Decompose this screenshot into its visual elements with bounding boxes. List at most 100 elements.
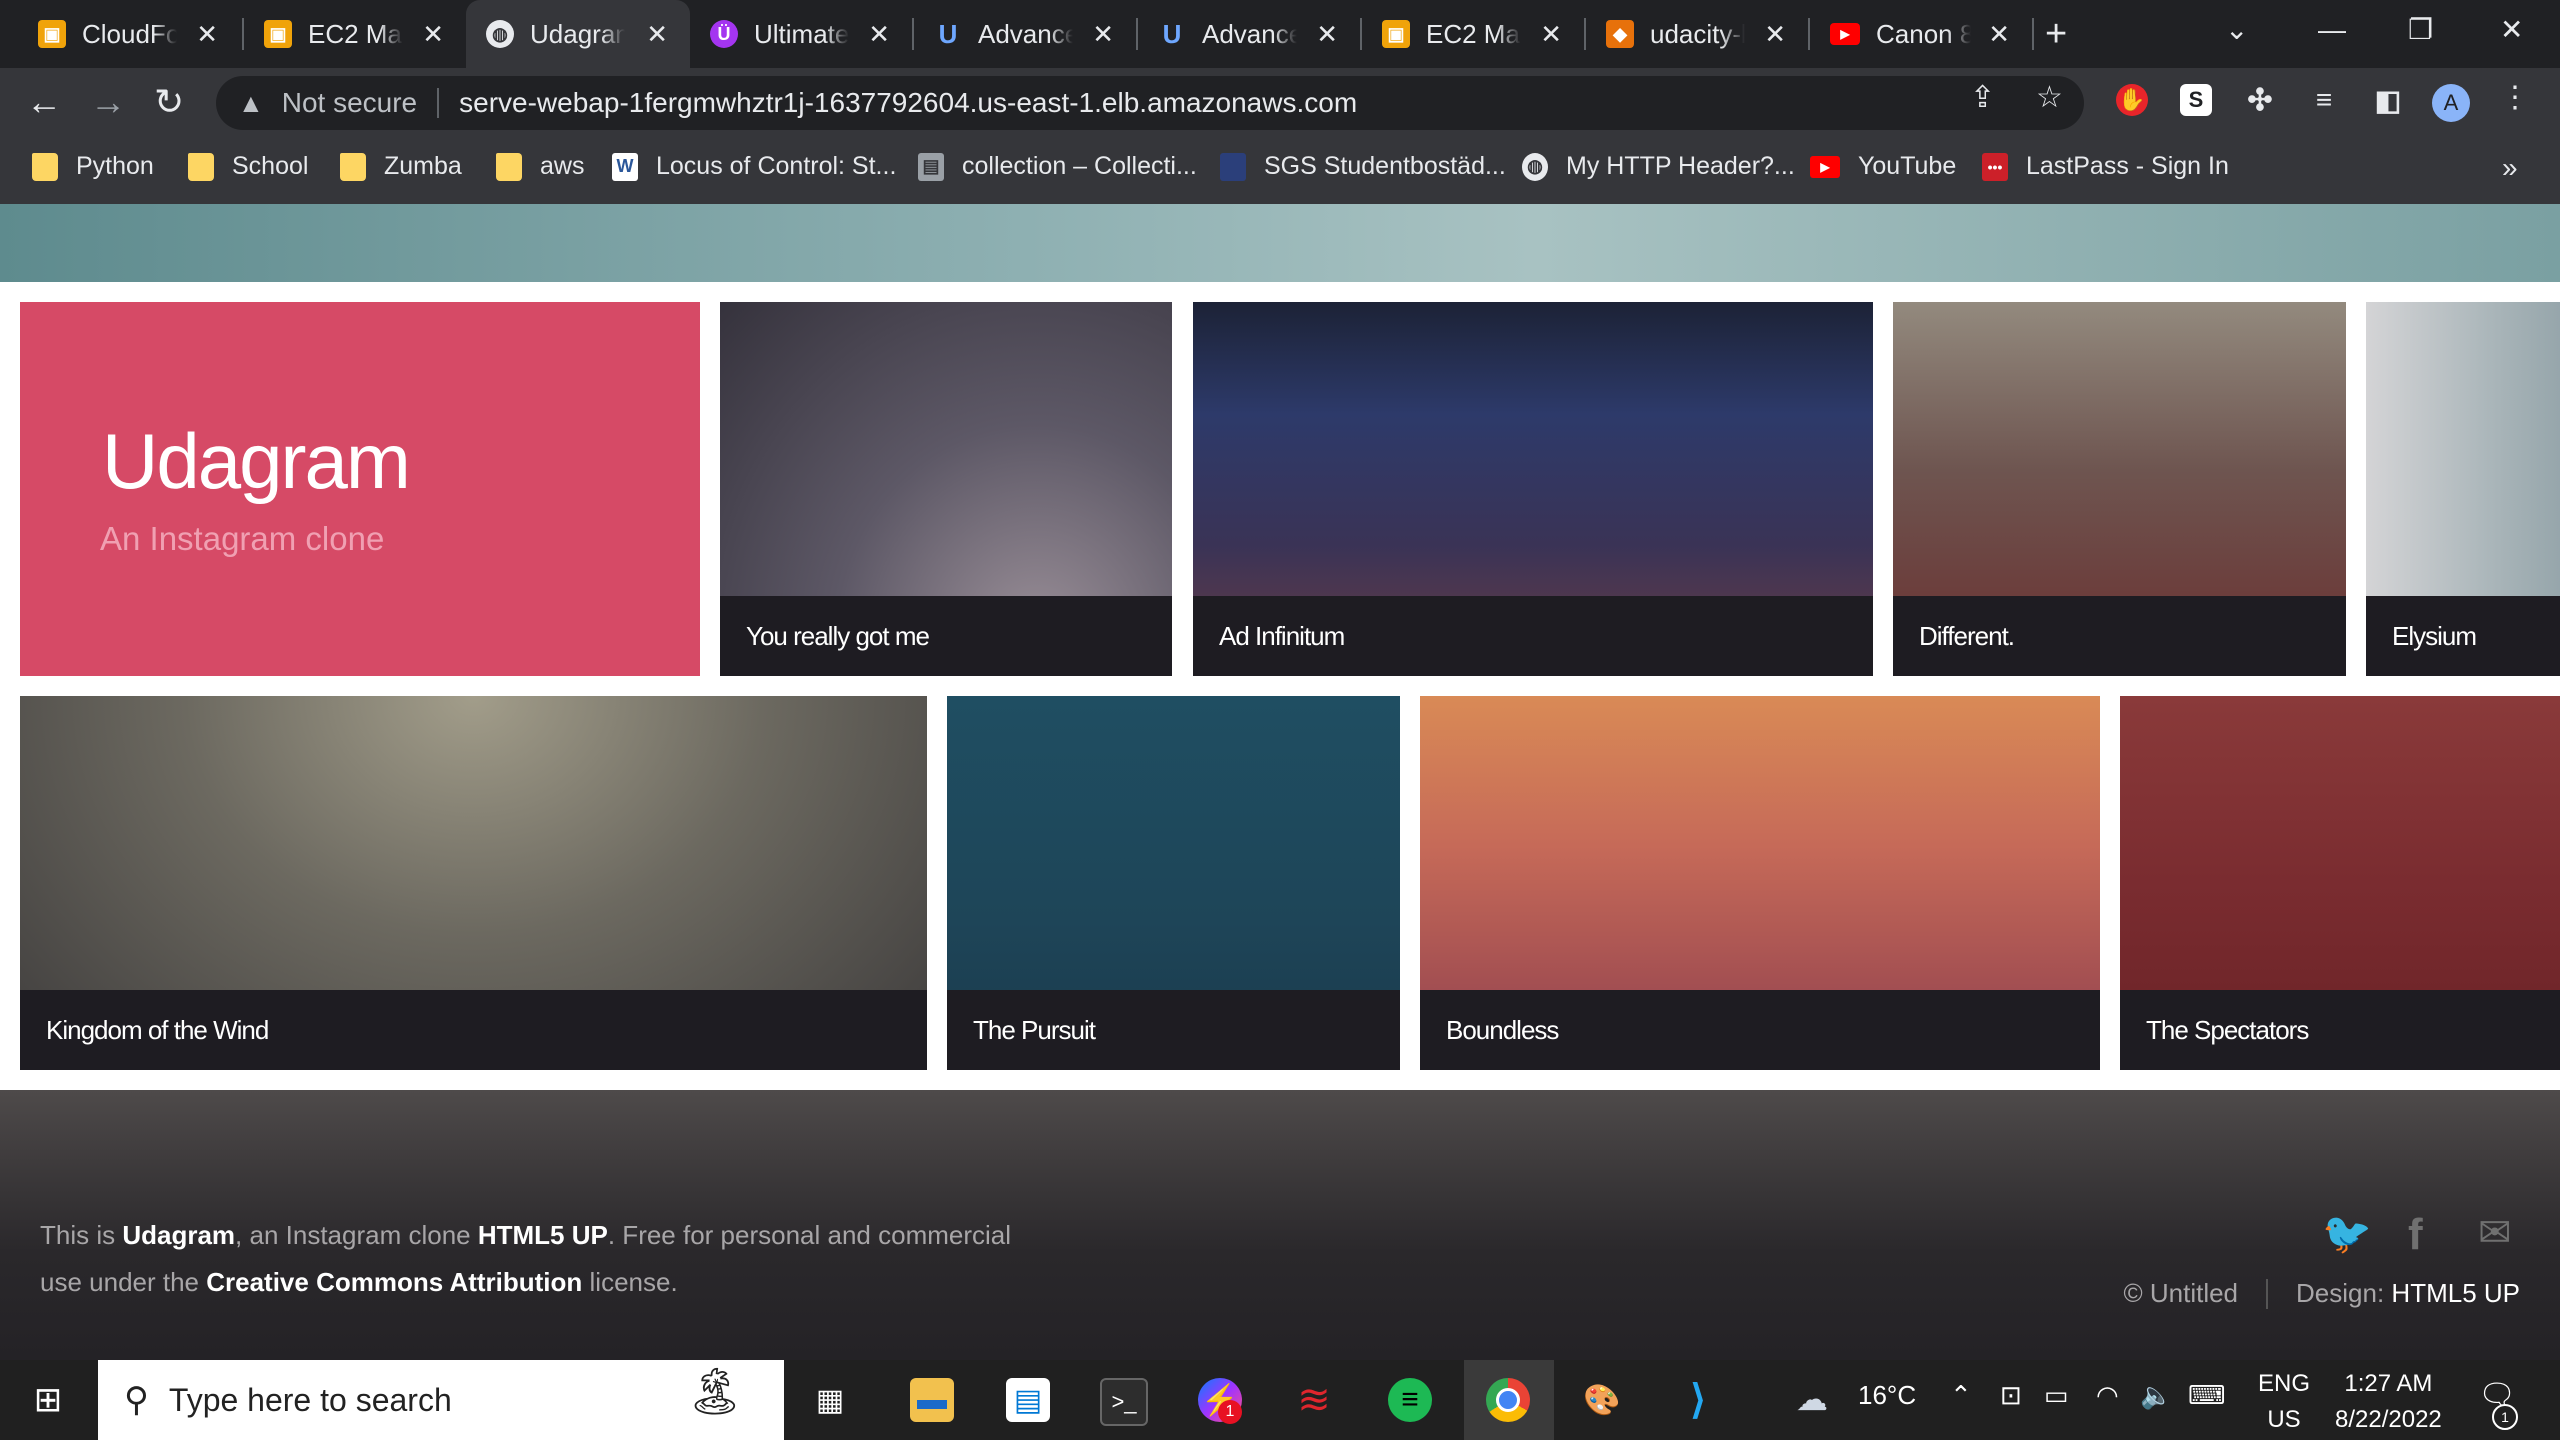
bookmark-label: YouTube <box>1858 152 1957 180</box>
chrome-icon[interactable] <box>1486 1378 1530 1422</box>
bookmark-zumba[interactable]: Zumba <box>340 152 462 181</box>
close-icon[interactable]: ✕ <box>1764 20 1786 48</box>
close-icon[interactable]: ✕ <box>868 20 890 48</box>
design-link[interactable]: HTML5 UP <box>2391 1278 2520 1309</box>
gallery-tile[interactable]: The Spectators <box>2120 696 2560 1070</box>
file-explorer-icon[interactable]: ▬ <box>910 1378 954 1422</box>
tab-udagram[interactable]: ◍ Udagram ✕ <box>466 0 690 68</box>
restore-button[interactable]: ❐ <box>2408 10 2433 50</box>
tab-ec2-2[interactable]: ▣ EC2 Management ✕ <box>1362 0 1584 68</box>
bookmark-aws[interactable]: aws <box>496 152 584 181</box>
udacity-icon: U <box>1162 18 1182 49</box>
url-text[interactable]: serve-webap-1fergmwhztr1j-1637792604.us-… <box>459 87 1357 119</box>
new-tab-button[interactable]: + <box>2045 14 2067 54</box>
back-arrow-icon[interactable]: ← <box>26 82 62 122</box>
tile-caption: Elysium <box>2366 596 2560 676</box>
cloud-weather-icon[interactable]: ☁ <box>1796 1380 1828 1418</box>
tab-title: Udagram <box>530 18 625 49</box>
gallery-tile[interactable]: Kingdom of the Wind <box>20 696 927 1070</box>
tile-caption: You really got me <box>720 596 1172 676</box>
sgs-icon <box>1220 152 1246 181</box>
close-icon[interactable]: ✕ <box>1988 20 2010 48</box>
gallery-tile[interactable]: Boundless <box>1420 696 2100 1070</box>
volume-icon[interactable]: 🔈 <box>2140 1380 2172 1411</box>
clock[interactable]: 1:27 AM 8/22/2022 <box>2335 1366 2442 1438</box>
battery-icon[interactable]: ▭ <box>2044 1380 2069 1411</box>
bookmark-school[interactable]: School <box>188 152 308 181</box>
folder-icon <box>496 152 522 181</box>
warning-triangle-icon[interactable]: ▲ <box>238 88 264 119</box>
task-view-icon[interactable]: ▦ <box>808 1378 852 1422</box>
bookmark-lastpass[interactable]: ••• LastPass - Sign In <box>1982 152 2229 181</box>
address-bar[interactable]: ▲ Not secure serve-webap-1fergmwhztr1j-1… <box>216 76 2084 130</box>
tab-title: Advanced <box>1202 18 1297 49</box>
facebook-icon[interactable]: f <box>2408 1210 2423 1260</box>
expressvpn-icon[interactable]: ≋ <box>1292 1378 1336 1422</box>
footer-license-link[interactable]: Creative Commons Attribution <box>206 1267 582 1297</box>
bookmark-http-header[interactable]: ◍ My HTTP Header?... <box>1522 152 1795 181</box>
close-icon[interactable]: ✕ <box>196 20 218 48</box>
close-icon[interactable]: ✕ <box>1316 20 1338 48</box>
bookmark-locus[interactable]: W Locus of Control: St... <box>612 152 896 181</box>
close-window-button[interactable]: ✕ <box>2500 10 2523 50</box>
tab-ultimate[interactable]: Ü Ultimate ✕ <box>690 0 912 68</box>
extensions-puzzle-icon[interactable]: ✣ <box>2244 84 2276 117</box>
gallery-tile[interactable]: The Pursuit <box>947 696 1400 1070</box>
keyboard-icon[interactable]: ⌨ <box>2188 1380 2226 1411</box>
close-icon[interactable]: ✕ <box>422 20 444 48</box>
gallery-tile[interactable]: Different. <box>1893 302 2346 676</box>
forward-arrow-icon[interactable]: → <box>90 82 126 122</box>
s-extension-icon[interactable]: S <box>2180 84 2212 116</box>
close-icon[interactable]: ✕ <box>1540 20 1562 48</box>
tab-canon[interactable]: ▶ Canon 80D ✕ <box>1810 0 2032 68</box>
twitter-icon[interactable]: 🐦 <box>2322 1210 2372 1257</box>
footer-html5up-link[interactable]: HTML5 UP <box>478 1220 608 1250</box>
paint-icon[interactable]: 🎨 <box>1580 1378 1624 1422</box>
gallery-tile[interactable]: Elysium <box>2366 302 2560 676</box>
bookmark-star-icon[interactable]: ☆ <box>2036 80 2063 115</box>
profile-avatar[interactable]: A <box>2432 84 2470 122</box>
security-label[interactable]: Not secure <box>282 87 417 119</box>
bookmark-sgs[interactable]: SGS Studentbostäd... <box>1220 152 1506 181</box>
vscode-icon[interactable]: ⟩ <box>1676 1378 1720 1422</box>
tab-ec2[interactable]: ▣ EC2 Management ✕ <box>244 0 466 68</box>
media-control-icon[interactable]: ≡ <box>2308 84 2340 116</box>
bookmark-label: SGS Studentbostäd... <box>1264 152 1506 180</box>
adblock-extension-icon[interactable]: ✋ <box>2116 84 2148 116</box>
windows-start-icon[interactable]: ⊞ <box>26 1378 70 1422</box>
tab-advanced-1[interactable]: U Advanced ✕ <box>914 0 1136 68</box>
spotify-icon[interactable]: ≡ <box>1388 1378 1432 1422</box>
bookmark-label: School <box>232 152 309 180</box>
tile-caption: Kingdom of the Wind <box>20 990 927 1070</box>
email-icon[interactable]: ✉ <box>2478 1210 2512 1256</box>
tile-caption: Boundless <box>1420 990 2100 1070</box>
tab-search-chevron-icon[interactable]: ⌄ <box>2225 10 2248 50</box>
bookmark-youtube[interactable]: ▶ YouTube <box>1810 152 1956 181</box>
terminal-icon[interactable]: >_ <box>1100 1378 1148 1426</box>
bookmarks-overflow-icon[interactable]: » <box>2502 152 2518 184</box>
share-icon[interactable]: ⇪ <box>1970 80 1995 115</box>
chevron-up-icon[interactable]: ⌃ <box>1950 1380 1972 1411</box>
taskbar-search[interactable]: ⚲ Type here to search 🏝 <box>98 1360 784 1440</box>
side-panel-icon[interactable]: ◧ <box>2372 84 2404 116</box>
tab-advanced-2[interactable]: U Advanced ✕ <box>1138 0 1360 68</box>
bookmark-collection[interactable]: ▤ collection – Collecti... <box>918 152 1197 181</box>
reload-icon[interactable]: ↻ <box>154 82 184 122</box>
weather-temp[interactable]: 16°C <box>1858 1380 1916 1411</box>
microsoft-store-icon[interactable]: ▤ <box>1006 1378 1050 1422</box>
kebab-menu-icon[interactable]: ⋮ <box>2500 80 2530 115</box>
close-icon[interactable]: ✕ <box>646 20 668 48</box>
tab-udacity-bucket[interactable]: ◆ udacity-bucket ✕ <box>1586 0 1808 68</box>
tab-cloudformation[interactable]: ▣ CloudFormation ✕ <box>18 0 240 68</box>
tab-title: Ultimate <box>754 18 849 49</box>
site-title: Udagram <box>102 417 411 505</box>
input-language[interactable]: ENG US <box>2258 1366 2310 1438</box>
bookmark-python[interactable]: Python <box>32 152 154 181</box>
gallery-tile[interactable]: You really got me <box>720 302 1172 676</box>
close-icon[interactable]: ✕ <box>1092 20 1114 48</box>
gallery-tile[interactable]: Ad Infinitum <box>1193 302 1873 676</box>
page-footer: This is Udagram, an Instagram clone HTML… <box>0 1090 2560 1360</box>
meet-icon[interactable]: ⊡ <box>2000 1380 2022 1411</box>
wifi-icon[interactable]: ◠ <box>2096 1380 2119 1411</box>
minimize-button[interactable]: — <box>2318 10 2346 50</box>
